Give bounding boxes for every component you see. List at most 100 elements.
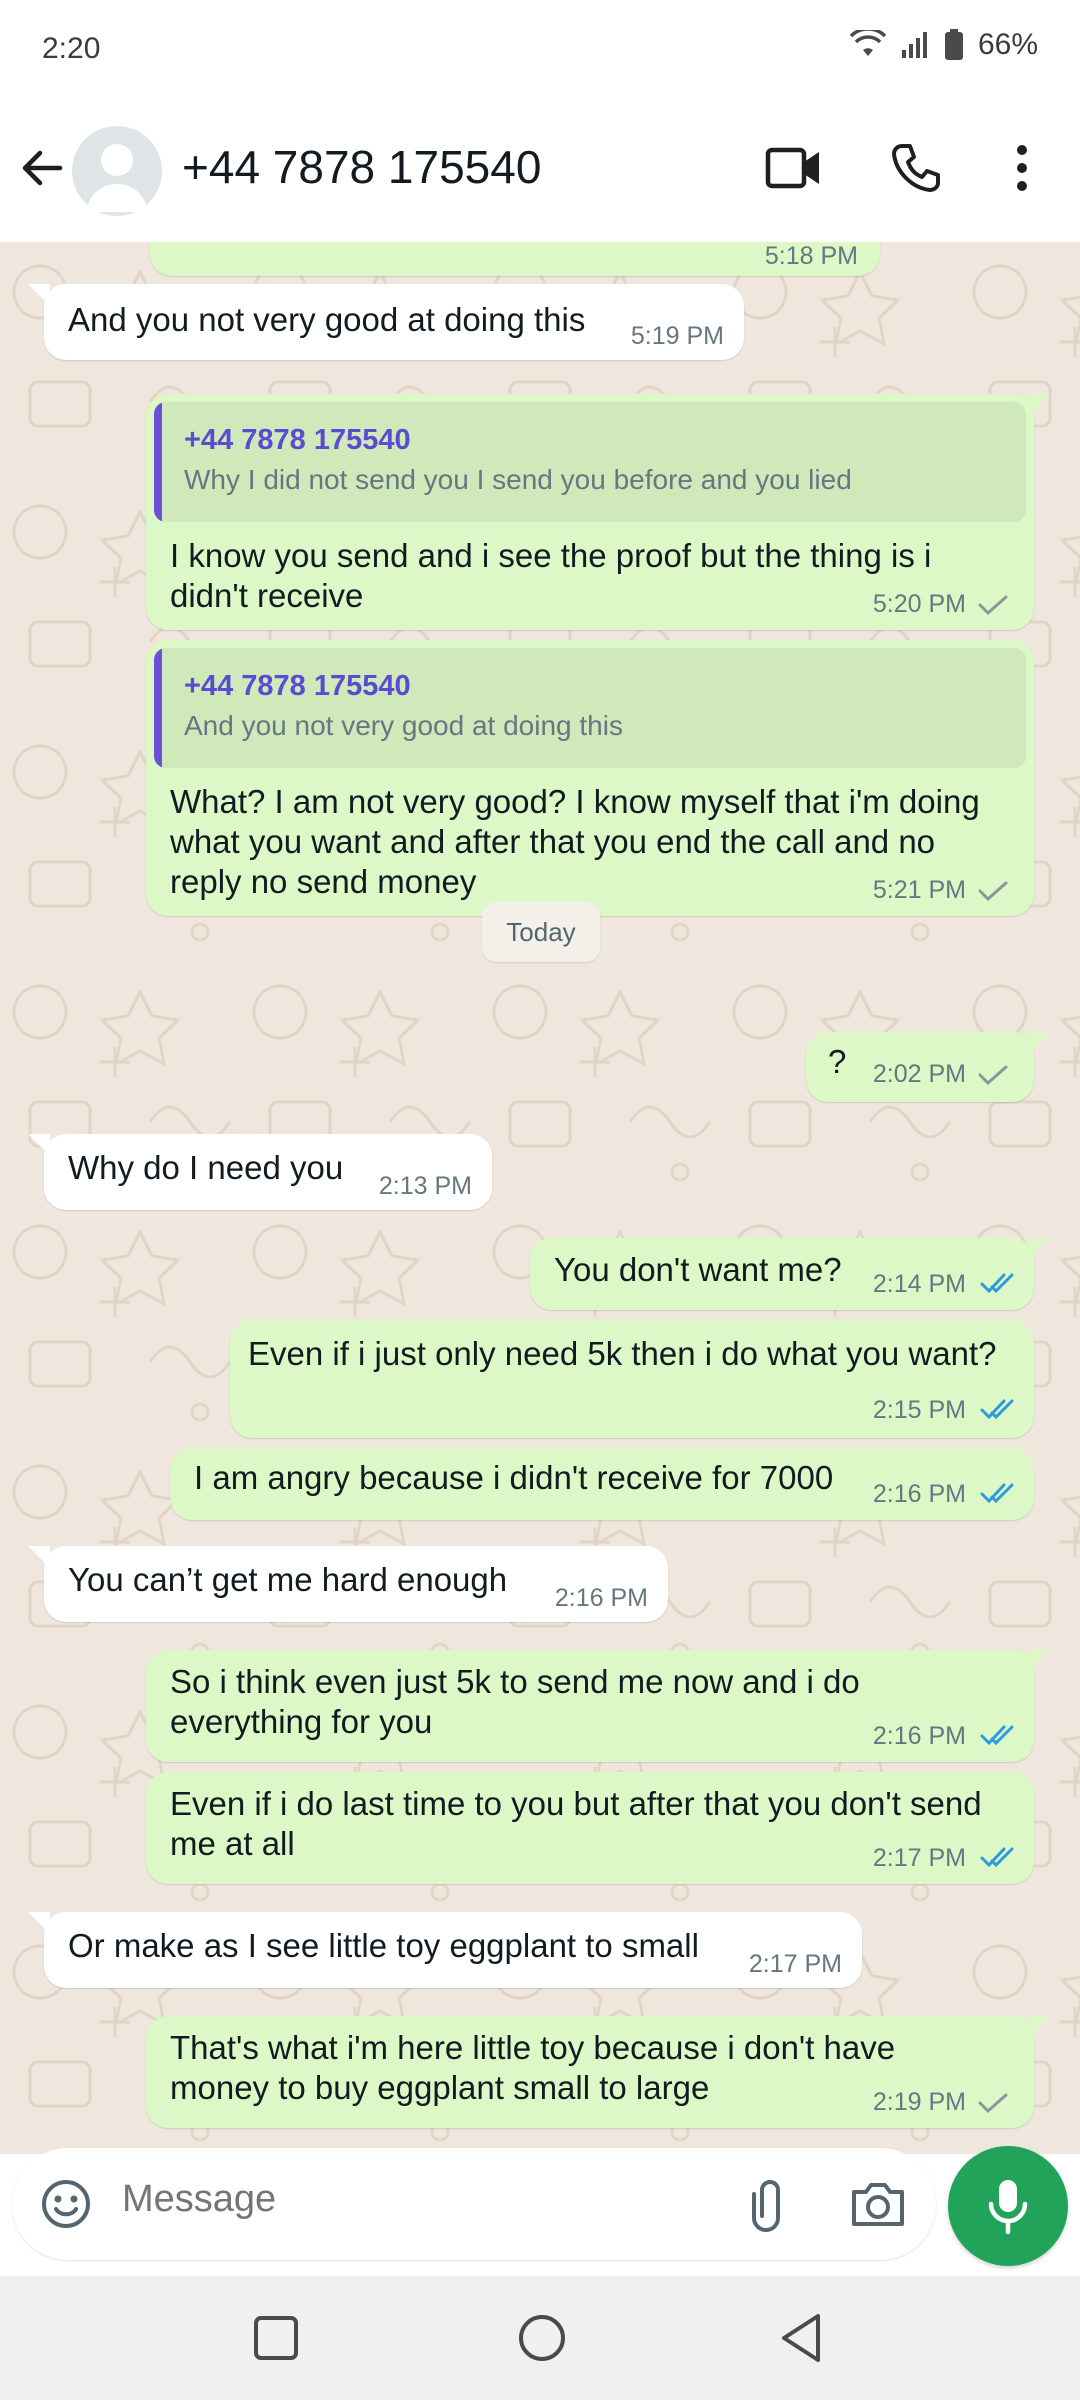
voice-record-button[interactable] — [948, 2146, 1068, 2266]
message-bubble-outgoing[interactable]: 5:18 PM — [150, 242, 880, 276]
single-tick-icon — [978, 2093, 1008, 2114]
message-text-line: money to buy eggplant small to large — [170, 2069, 710, 2106]
microphone-icon — [988, 2180, 1028, 2235]
message-bubble-outgoing[interactable]: Even if i do last time to you but after … — [146, 1772, 1034, 1884]
circle-icon — [519, 2315, 565, 2361]
recents-button[interactable] — [250, 2312, 302, 2364]
default-avatar-icon — [87, 144, 147, 212]
message-bubble-incoming[interactable]: Or make as I see little toy eggplant to … — [28, 1912, 862, 1988]
status-icons: 66% — [849, 28, 1038, 62]
double-tick-read-icon — [980, 1273, 1014, 1294]
single-tick-icon — [978, 595, 1008, 616]
message-bubble-outgoing[interactable]: So i think even just 5k to send me now a… — [146, 1650, 1050, 1762]
message-time: 2:13 PM — [378, 1172, 472, 1200]
contact-name[interactable]: +44 7878 175540 — [182, 140, 541, 194]
emoji-button[interactable] — [38, 2176, 94, 2232]
message-text: You can’t get me hard enough — [68, 1561, 508, 1598]
message-time: 2:15 PM — [872, 1396, 966, 1424]
message-time: 2:16 PM — [872, 1480, 966, 1508]
message-bubble-outgoing[interactable]: That's what i'm here little toy because … — [146, 2016, 1050, 2128]
message-time: 5:18 PM — [764, 242, 858, 270]
phone-icon — [892, 144, 940, 192]
message-bubble-outgoing[interactable]: +44 7878 175540 Why I did not send you I… — [146, 394, 1050, 630]
wifi-icon — [849, 30, 886, 56]
back-button[interactable] — [14, 140, 70, 196]
message-text: Why do I need you — [68, 1149, 344, 1186]
message-text: I am angry because i didn't receive for … — [194, 1459, 834, 1496]
voice-call-button[interactable] — [884, 136, 948, 200]
battery-icon — [944, 29, 963, 60]
message-text-line: Even if i do last time to you but after … — [170, 1785, 982, 1822]
paperclip-icon — [752, 2180, 780, 2232]
message-time: 2:16 PM — [872, 1722, 966, 1750]
message-bubble-outgoing[interactable]: +44 7878 175540 And you not very good at… — [146, 640, 1034, 916]
message-text-line: So i think even just 5k to send me now a… — [170, 1663, 860, 1700]
quoted-message[interactable]: +44 7878 175540 And you not very good at… — [154, 648, 1026, 768]
message-time: 5:19 PM — [630, 322, 724, 350]
message-bubble-outgoing[interactable]: Even if i just only need 5k then i do wh… — [230, 1320, 1034, 1438]
triangle-back-icon — [782, 2314, 820, 2362]
message-text: Even if i just only need 5k then i do wh… — [248, 1335, 997, 1372]
signal-icon — [901, 32, 927, 58]
quote-accent-bar — [154, 648, 162, 768]
quote-sender: +44 7878 175540 — [184, 424, 411, 456]
message-text-line: I know you send and i see the proof but … — [170, 537, 932, 574]
status-bar: 2:20 66% — [0, 0, 1080, 100]
camera-button[interactable] — [846, 2174, 910, 2234]
quote-text: Why I did not send you I send you before… — [184, 464, 852, 495]
single-tick-icon — [978, 881, 1008, 902]
message-text-line: everything for you — [170, 1703, 433, 1740]
video-call-button[interactable] — [762, 136, 826, 200]
message-time: 2:17 PM — [748, 1950, 842, 1978]
message-bubble-outgoing[interactable]: ? 2:02 PM — [806, 1032, 1050, 1102]
more-vert-icon — [1017, 145, 1027, 191]
message-bubble-incoming[interactable]: You can’t get me hard enough 2:16 PM — [28, 1546, 668, 1622]
square-icon — [254, 2316, 298, 2360]
message-input[interactable] — [122, 2178, 682, 2221]
chat-area[interactable]: 5:18 PM And you not very good at doing t… — [0, 242, 1080, 2154]
double-tick-read-icon — [980, 1483, 1014, 1504]
video-camera-icon — [765, 147, 819, 189]
message-text-line: didn't receive — [170, 577, 364, 614]
emoji-icon — [42, 2180, 90, 2228]
quote-sender: +44 7878 175540 — [184, 670, 411, 702]
message-bubble-incoming[interactable]: Why do I need you 2:13 PM — [28, 1134, 492, 1210]
message-text-line: me at all — [170, 1825, 295, 1862]
message-time: 5:21 PM — [872, 876, 966, 904]
arrow-left-icon — [22, 150, 63, 186]
message-bubble-outgoing[interactable]: You don't want me? 2:14 PM — [530, 1238, 1050, 1310]
message-bubble-outgoing[interactable]: I am angry because i didn't receive for … — [170, 1448, 1034, 1520]
quote-text: And you not very good at doing this — [184, 710, 623, 741]
message-text-line: what you want and after that you end the… — [170, 823, 936, 860]
double-tick-read-icon — [980, 1725, 1014, 1746]
quoted-message[interactable]: +44 7878 175540 Why I did not send you I… — [154, 402, 1026, 522]
chat-header: +44 7878 175540 — [0, 100, 1080, 242]
status-time: 2:20 — [42, 32, 101, 65]
back-nav-button[interactable] — [774, 2310, 830, 2366]
date-divider: Today — [482, 902, 600, 962]
camera-icon — [852, 2183, 904, 2226]
battery-percent: 66% — [977, 28, 1038, 61]
message-text-line: That's what i'm here little toy because … — [170, 2029, 896, 2066]
message-bubble-incoming[interactable]: And you not very good at doing this 5:19… — [28, 284, 744, 360]
message-time: 5:20 PM — [872, 590, 966, 618]
system-nav-bar — [0, 2276, 1080, 2400]
double-tick-read-icon — [980, 1847, 1014, 1868]
message-text: Or make as I see little toy eggplant to … — [68, 1927, 699, 1964]
more-options-button[interactable] — [990, 136, 1054, 200]
message-time: 2:19 PM — [872, 2088, 966, 2116]
message-time: 2:14 PM — [872, 1270, 966, 1298]
double-tick-read-icon — [980, 1399, 1014, 1420]
message-time: 2:02 PM — [872, 1060, 966, 1088]
message-time: 2:16 PM — [554, 1584, 648, 1612]
single-tick-icon — [978, 1065, 1008, 1086]
message-time: 2:17 PM — [872, 1844, 966, 1872]
message-text-line: reply no send money — [170, 863, 477, 900]
attach-button[interactable] — [740, 2174, 800, 2234]
message-text-line: What? I am not very good? I know myself … — [170, 783, 980, 820]
home-button[interactable] — [514, 2310, 570, 2366]
message-composer — [12, 2148, 936, 2260]
quote-accent-bar — [154, 402, 162, 522]
avatar[interactable] — [72, 126, 162, 216]
message-text: You don't want me? — [554, 1251, 842, 1288]
